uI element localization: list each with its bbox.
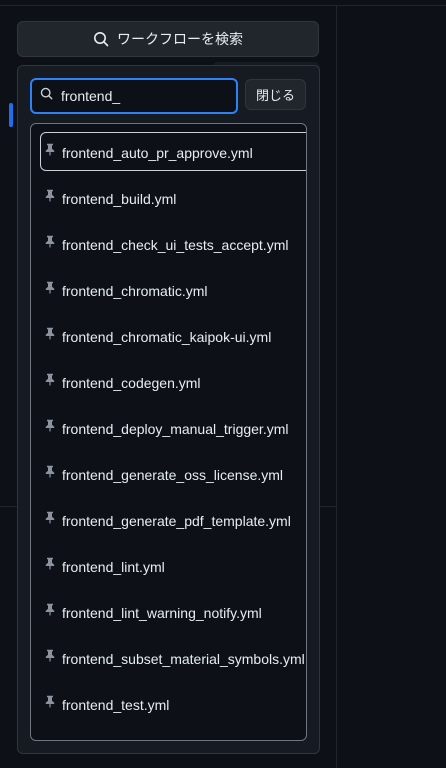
workflow-result-label: frontend_auto_pr_approve.yml (62, 145, 253, 161)
close-button-label: 閉じる (255, 88, 295, 103)
workflow-filter-field[interactable] (30, 78, 238, 114)
workflow-result-label: frontend_check_ui_tests_accept.yml (62, 237, 289, 253)
workflow-result-item[interactable]: frontend_generate_oss_license.yml (31, 452, 306, 498)
close-button[interactable]: 閉じる (245, 79, 306, 110)
pin-icon (44, 419, 56, 435)
pin-icon (44, 511, 56, 527)
workflow-result-label: frontend_codegen.yml (62, 375, 201, 391)
workflow-filter-input[interactable] (61, 88, 211, 104)
workflow-result-item[interactable]: frontend_check_ui_tests_accept.yml (31, 222, 306, 268)
search-workflows-label: ワークフローを検索 (117, 31, 243, 47)
pin-icon (44, 603, 56, 619)
pin-icon (44, 189, 56, 205)
top-divider (0, 0, 446, 6)
workflow-result-label: frontend_lint.yml (62, 559, 165, 575)
workflow-result-item[interactable]: frontend_lint_warning_notify.yml (31, 590, 306, 636)
pin-icon (44, 235, 56, 251)
pin-icon (44, 143, 56, 159)
workflow-result-label: frontend_generate_oss_license.yml (62, 467, 284, 483)
workflow-result-label: frontend_build.yml (62, 191, 177, 207)
workflow-result-item[interactable]: frontend_subset_material_symbols.yml (31, 636, 306, 682)
workflow-result-label: frontend_subset_material_symbols.yml (62, 651, 305, 667)
search-icon (93, 31, 109, 47)
workflow-result-item[interactable]: frontend_chromatic_kaipok-ui.yml (31, 314, 306, 360)
active-nav-indicator (9, 103, 13, 127)
workflow-result-item[interactable]: frontend_chromatic.yml (31, 268, 306, 314)
search-icon (40, 87, 53, 105)
vertical-divider (336, 6, 337, 768)
workflow-result-item[interactable]: frontend_lint.yml (31, 544, 306, 590)
workflow-result-item[interactable]: frontend_generate_pdf_template.yml (31, 498, 306, 544)
workflow-result-item[interactable]: frontend_deploy_manual_trigger.yml (31, 406, 306, 452)
pin-icon (44, 557, 56, 573)
workflow-result-label: frontend_deploy_manual_trigger.yml (62, 421, 289, 437)
workflow-result-label: frontend_generate_pdf_template.yml (62, 513, 291, 529)
pin-icon (44, 281, 56, 297)
pin-icon (44, 373, 56, 389)
workflow-result-item[interactable]: frontend_auto_pr_approve.yml (31, 130, 306, 176)
workflow-result-label: frontend_chromatic_kaipok-ui.yml (62, 329, 272, 345)
workflow-result-label: frontend_chromatic.yml (62, 283, 208, 299)
pin-icon (44, 327, 56, 343)
workflow-results-list: frontend_auto_pr_approve.yml frontend_bui… (30, 123, 307, 741)
pin-icon (44, 465, 56, 481)
pin-icon (44, 695, 56, 711)
workflow-result-label: frontend_test.yml (62, 697, 170, 713)
workflow-result-item[interactable]: frontend_build.yml (31, 176, 306, 222)
workflow-result-label: frontend_lint_warning_notify.yml (62, 605, 262, 621)
search-workflows-button[interactable]: ワークフローを検索 (17, 21, 319, 57)
workflow-result-item[interactable]: frontend_codegen.yml (31, 360, 306, 406)
pin-icon (44, 649, 56, 665)
workflow-result-item[interactable]: frontend_test.yml (31, 682, 306, 728)
